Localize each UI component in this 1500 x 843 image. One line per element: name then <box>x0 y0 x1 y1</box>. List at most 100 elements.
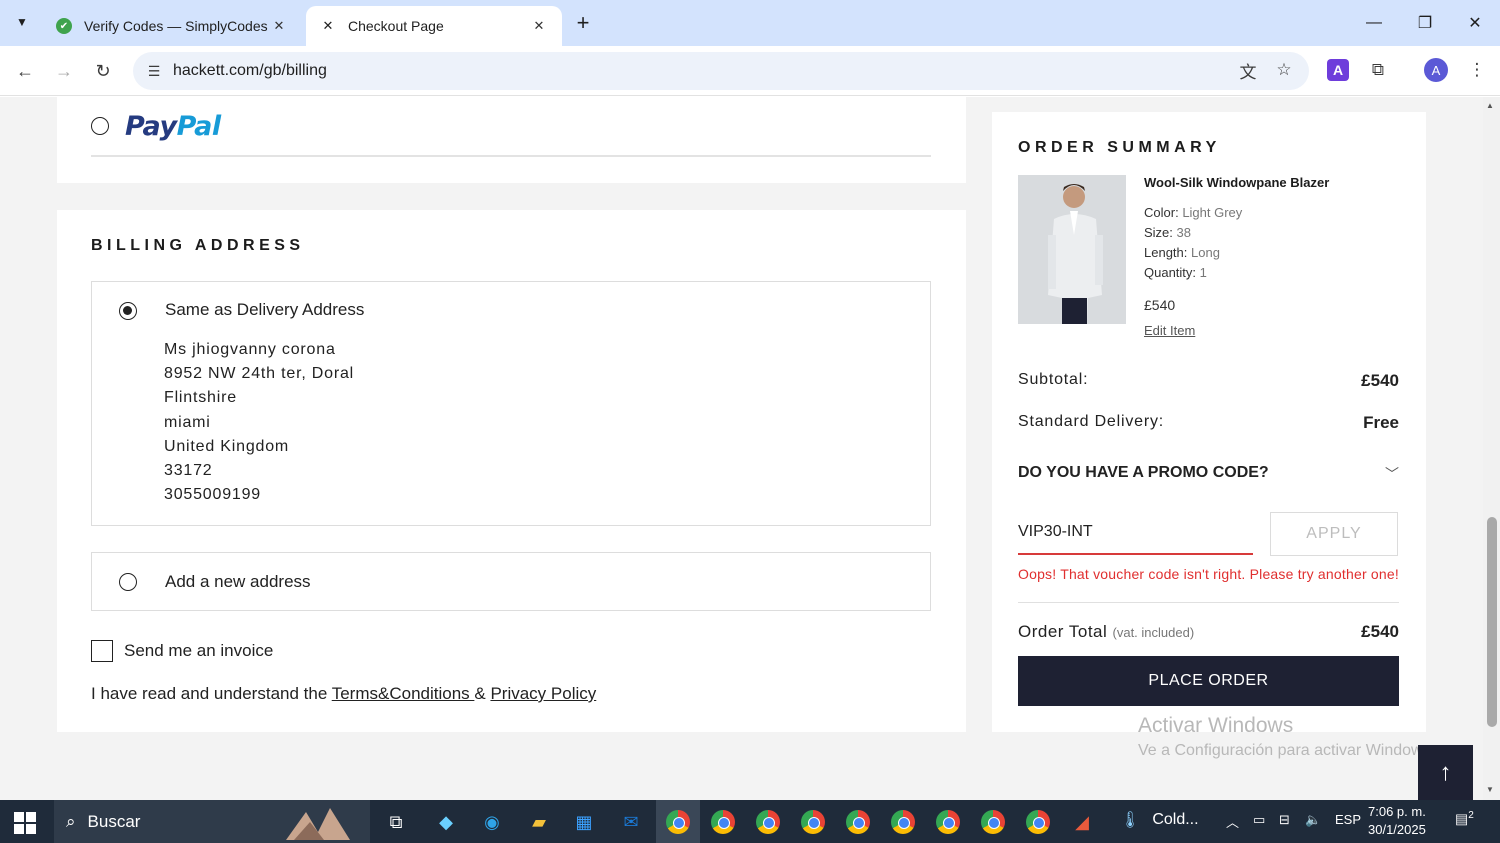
promo-code-question: DO YOU HAVE A PROMO CODE? <box>1018 464 1269 481</box>
microsoft-store-icon[interactable]: ▦ <box>570 808 598 836</box>
extension-a-icon[interactable]: A <box>1327 59 1349 81</box>
address-bar[interactable]: ☰ hackett.com/gb/billing <box>133 52 1309 90</box>
delivery-row: Standard Delivery: Free <box>1018 413 1399 433</box>
privacy-policy-link[interactable]: Privacy Policy <box>490 684 596 703</box>
site-info-icon[interactable]: ☰ <box>137 63 171 80</box>
add-new-address-radio[interactable] <box>119 573 137 591</box>
chrome-icon[interactable] <box>1024 808 1052 836</box>
extensions-puzzle-icon[interactable]: ⧉ <box>1364 56 1392 84</box>
reload-icon[interactable]: ↻ <box>88 57 118 85</box>
send-invoice-checkbox[interactable] <box>91 640 113 662</box>
address-line: United Kingdom <box>164 437 290 455</box>
subtotal-label: Subtotal: <box>1018 371 1089 388</box>
add-new-address-option[interactable]: Add a new address <box>91 552 931 611</box>
same-as-delivery-radio[interactable] <box>119 302 137 320</box>
edit-item-link[interactable]: Edit Item <box>1144 323 1195 338</box>
search-icon: ⌕ <box>66 811 76 831</box>
weather-text: Cold... <box>1152 811 1199 828</box>
notification-count: 2 <box>1468 810 1474 821</box>
chrome-icon[interactable] <box>754 808 782 836</box>
chrome-icon[interactable] <box>799 808 827 836</box>
promo-code-input[interactable] <box>1018 515 1253 555</box>
edge-icon[interactable]: ◉ <box>478 808 506 836</box>
translate-icon[interactable]: 文 <box>1234 56 1262 84</box>
chevron-up-icon[interactable]: ︿ <box>1226 812 1239 831</box>
product-image[interactable] <box>1018 175 1126 324</box>
scrollbar-thumb[interactable] <box>1487 517 1497 727</box>
chrome-icon[interactable] <box>709 808 737 836</box>
paypal-logo: PayPal <box>125 110 221 142</box>
network-icon[interactable]: ⊟ <box>1279 812 1290 828</box>
delivery-label: Standard Delivery: <box>1018 413 1165 430</box>
tab-checkout-page[interactable]: ✕ Checkout Page ✕ <box>306 6 562 46</box>
tab-close-icon[interactable]: ✕ <box>530 17 548 35</box>
terms-and: & <box>474 684 491 703</box>
chrome-icon[interactable] <box>979 808 1007 836</box>
menu-kebab-icon[interactable]: ⋮ <box>1463 56 1491 84</box>
promo-code-toggle[interactable]: DO YOU HAVE A PROMO CODE? ﹀ <box>1018 464 1399 484</box>
order-total-value: £540 <box>1361 622 1399 641</box>
scroll-down-arrow-icon[interactable]: ▼ <box>1486 785 1494 794</box>
windows-start-icon[interactable] <box>14 812 36 834</box>
send-invoice-option[interactable]: Send me an invoice <box>91 640 273 662</box>
volume-icon[interactable]: 🔈 <box>1305 812 1321 828</box>
search-highlight-art-icon <box>286 808 350 840</box>
place-order-button[interactable]: PLACE ORDER <box>1018 656 1399 706</box>
hackett-favicon-icon: ✕ <box>322 18 334 33</box>
tab-verify-codes[interactable]: ✔ Verify Codes — SimplyCodes ✕ <box>42 6 302 46</box>
product-color: Color: Light Grey <box>1144 205 1243 220</box>
chrome-icon[interactable] <box>844 808 872 836</box>
tab-search-icon[interactable]: ▼ <box>8 8 36 36</box>
window-close-icon[interactable]: ✕ <box>1453 8 1497 38</box>
address-line: 33172 <box>164 462 213 480</box>
subtotal-row: Subtotal: £540 <box>1018 371 1399 391</box>
delivery-address: Ms jhiogvanny corona 8952 NW 24th ter, D… <box>164 338 354 507</box>
order-total-label: Order Total <box>1018 622 1108 641</box>
chrome-icon[interactable] <box>934 808 962 836</box>
same-as-delivery-label: Same as Delivery Address <box>165 300 365 319</box>
apply-promo-button[interactable]: APPLY <box>1270 512 1398 556</box>
tab-close-icon[interactable]: ✕ <box>270 17 288 35</box>
profile-avatar[interactable]: A <box>1424 58 1448 82</box>
chevron-down-icon[interactable]: ﹀ <box>1385 464 1399 484</box>
paypal-radio[interactable] <box>91 117 109 135</box>
new-tab-icon[interactable]: + <box>570 10 596 36</box>
clock-date: 30/1/2025 <box>1368 822 1426 837</box>
notifications-icon[interactable]: ▤2 <box>1455 810 1477 832</box>
url-text[interactable]: hackett.com/gb/billing <box>173 62 327 80</box>
language-indicator[interactable]: ESP <box>1335 812 1361 827</box>
app-icon[interactable]: ◢ <box>1068 808 1096 836</box>
same-as-delivery-option[interactable]: Same as Delivery Address Ms jhiogvanny c… <box>91 281 931 526</box>
chrome-icon[interactable] <box>664 808 692 836</box>
forward-icon[interactable]: → <box>49 57 79 85</box>
minimize-icon[interactable]: — <box>1352 8 1396 38</box>
paypal-option[interactable]: PayPal <box>91 97 931 157</box>
outlook-icon[interactable]: ✉ <box>617 808 645 836</box>
chrome-icon[interactable] <box>889 808 917 836</box>
terms-conditions-link[interactable]: Terms&Conditions <box>332 684 475 703</box>
back-icon[interactable]: ← <box>10 57 40 85</box>
divider <box>1018 602 1399 603</box>
copilot-icon[interactable]: ◆ <box>432 808 460 836</box>
taskbar-search[interactable]: ⌕ Buscar <box>54 800 370 843</box>
product-quantity: Quantity: 1 <box>1144 265 1207 280</box>
browser-tab-bar: ▼ ✔ Verify Codes — SimplyCodes ✕ ✕ Check… <box>0 0 1500 46</box>
page-scrollbar[interactable]: ▲ ▼ <box>1483 97 1500 800</box>
payment-method-card: PayPal <box>57 97 966 183</box>
file-explorer-icon[interactable]: ▰ <box>525 808 553 836</box>
order-total-row: Order Total (vat. included) £540 <box>1018 622 1399 642</box>
address-line: 8952 NW 24th ter, Doral <box>164 365 355 383</box>
page-viewport: PayPal BILLING ADDRESS Same as Delivery … <box>0 97 1483 800</box>
address-line: 3055009199 <box>164 486 261 504</box>
product-name[interactable]: Wool-Silk Windowpane Blazer <box>1144 175 1329 190</box>
restore-icon[interactable]: ❐ <box>1403 8 1447 38</box>
bookmark-star-icon[interactable]: ☆ <box>1270 56 1298 84</box>
simplycodes-favicon-icon: ✔ <box>56 18 72 34</box>
terms-prefix: I have read and understand the <box>91 684 332 703</box>
scroll-up-arrow-icon[interactable]: ▲ <box>1486 101 1494 110</box>
weather-widget[interactable]: 🌡 Cold... <box>1120 810 1199 830</box>
system-clock[interactable]: 7:06 p. m. 30/1/2025 <box>1368 803 1426 839</box>
task-view-icon[interactable]: ⧉ <box>382 808 410 836</box>
meet-icon[interactable]: ▭ <box>1253 812 1265 828</box>
back-to-top-button[interactable]: ↑ <box>1418 745 1473 800</box>
